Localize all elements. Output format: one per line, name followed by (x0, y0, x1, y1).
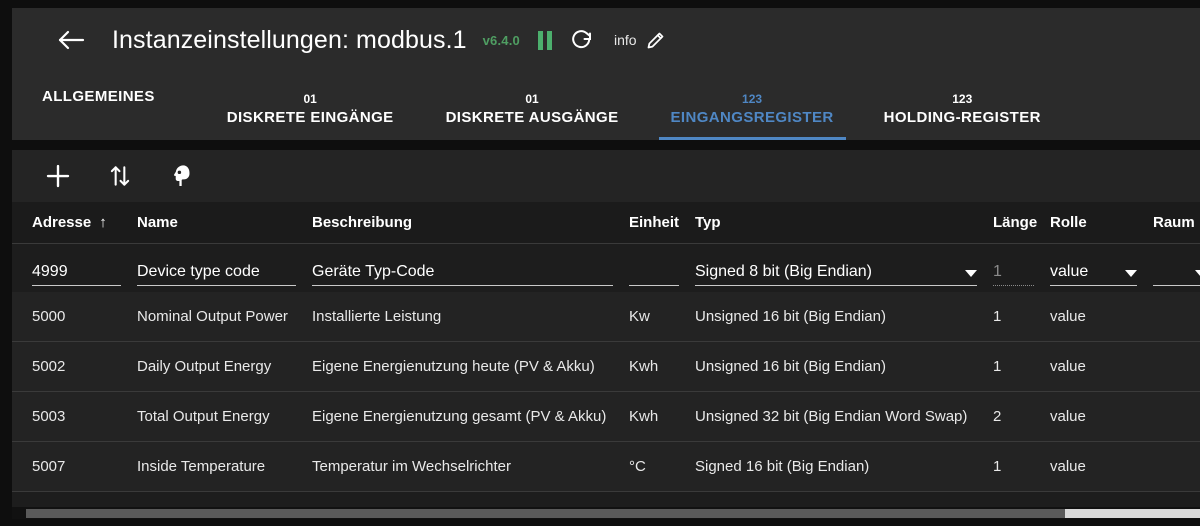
column-header-room[interactable]: Raum (1153, 214, 1200, 231)
tab-label: DISKRETE EINGÄNGE (226, 109, 394, 126)
cell-address: 5000 (32, 308, 66, 325)
horizontal-scrollbar[interactable] (12, 507, 1200, 519)
cell-description: Temperatur im Wechselrichter (312, 458, 511, 475)
cell-length: 2 (993, 408, 1002, 425)
column-header-length[interactable]: Länge (993, 214, 1050, 231)
length-value: 1 (993, 263, 1002, 280)
tab-eingangsregister[interactable]: 123 EINGANGSREGISTER (655, 72, 850, 140)
cell-description: Eigene Energienutzung gesamt (PV & Akku) (312, 408, 607, 425)
column-header-type[interactable]: Typ (695, 214, 993, 231)
column-header-role[interactable]: Rolle (1050, 214, 1153, 231)
name-value: Device type code (137, 263, 260, 280)
cell-role: value (1050, 458, 1086, 475)
description-input[interactable]: Geräte Typ-Code (312, 254, 629, 286)
column-header-address[interactable]: Adresse ↑ (32, 214, 137, 231)
room-value (1153, 281, 1189, 286)
unit-input[interactable] (629, 254, 695, 286)
cell-unit: Kw (629, 308, 650, 325)
cell-description: Eigene Energienutzung heute (PV & Akku) (312, 358, 595, 375)
sort-ascending-icon: ↑ (99, 214, 107, 231)
sort-updown-icon[interactable] (102, 158, 138, 194)
cell-description: Installierte Leistung (312, 308, 442, 325)
cell-address: 5003 (32, 408, 66, 425)
refresh-icon[interactable] (570, 28, 594, 52)
scrollbar-track[interactable] (26, 509, 1200, 518)
cell-role: value (1050, 358, 1086, 375)
table-header-row: Adresse ↑ Name Beschreibung Einheit Typ … (12, 202, 1200, 244)
name-input[interactable]: Device type code (137, 254, 312, 286)
table-row[interactable]: 5003 Total Output Energy Eigene Energien… (12, 392, 1200, 442)
tab-label: HOLDING-REGISTER (883, 109, 1041, 126)
description-value: Geräte Typ-Code (312, 263, 435, 280)
table-row[interactable]: 5002 Daily Output Energy Eigene Energien… (12, 342, 1200, 392)
column-header-unit[interactable]: Einheit (629, 214, 695, 231)
tab-holding-register[interactable]: 123 HOLDING-REGISTER (868, 72, 1057, 140)
address-value: 4999 (32, 263, 68, 280)
cell-name: Daily Output Energy (137, 358, 272, 375)
chevron-down-icon (1125, 270, 1137, 277)
role-select[interactable]: value (1050, 254, 1153, 286)
cell-length: 1 (993, 308, 1002, 325)
tab-badge: 123 (742, 92, 763, 106)
unit-value (629, 281, 679, 286)
chevron-down-icon (965, 270, 977, 277)
cell-role: value (1050, 408, 1086, 425)
type-value: Signed 8 bit (Big Endian) (695, 263, 872, 280)
column-header-name[interactable]: Name (137, 214, 312, 231)
cell-type: Signed 16 bit (Big Endian) (695, 458, 870, 475)
arrow-left-icon[interactable] (54, 23, 88, 57)
chevron-down-icon (1195, 270, 1200, 277)
page-header: Instanzeinstellungen: modbus.1 v6.4.0 in… (12, 8, 1200, 72)
cell-length: 1 (993, 358, 1002, 375)
tab-bar: ALLGEMEINES 01 DISKRETE EINGÄNGE 01 DISK… (12, 72, 1200, 140)
tab-diskrete-ausgaenge[interactable]: 01 DISKRETE AUSGÄNGE (430, 72, 635, 140)
cell-address: 5002 (32, 358, 66, 375)
plus-icon[interactable] (40, 158, 76, 194)
cell-unit: °C (629, 458, 646, 475)
tab-label: ALLGEMEINES (42, 87, 155, 105)
address-input[interactable]: 4999 (32, 254, 137, 286)
page-title: Instanzeinstellungen: modbus.1 (112, 25, 467, 54)
column-header-description[interactable]: Beschreibung (312, 214, 629, 231)
cell-address: 5007 (32, 458, 66, 475)
type-select[interactable]: Signed 8 bit (Big Endian) (695, 254, 993, 286)
room-select[interactable] (1153, 254, 1200, 286)
column-label: Adresse (32, 214, 92, 231)
tab-badge: 01 (525, 92, 539, 106)
table-row[interactable]: 5000 Nominal Output Power Installierte L… (12, 292, 1200, 342)
cell-name: Inside Temperature (137, 458, 266, 475)
pencil-icon[interactable] (645, 30, 666, 51)
tab-allgemeines[interactable]: ALLGEMEINES (12, 72, 185, 140)
tab-label: DISKRETE AUSGÄNGE (445, 109, 619, 126)
app-root: Instanzeinstellungen: modbus.1 v6.4.0 in… (0, 0, 1200, 526)
table-row-edit: 4999 Device type code Geräte Typ-Code Si… (12, 244, 1200, 292)
registers-table: Adresse ↑ Name Beschreibung Einheit Typ … (12, 202, 1200, 507)
version-badge: v6.4.0 (482, 32, 520, 48)
length-input: 1 (993, 254, 1050, 286)
cell-unit: Kwh (629, 408, 659, 425)
cell-role: value (1050, 308, 1086, 325)
cell-name: Total Output Energy (137, 408, 270, 425)
cell-type: Unsigned 32 bit (Big Endian Word Swap) (695, 408, 968, 425)
head-profile-icon[interactable] (164, 158, 200, 194)
info-label[interactable]: info (614, 32, 637, 48)
pause-icon[interactable] (537, 30, 552, 50)
table-toolbar (12, 150, 1200, 202)
tab-label: EINGANGSREGISTER (670, 109, 834, 126)
scrollbar-thumb[interactable] (1065, 509, 1200, 518)
table-row[interactable]: 5007 Inside Temperature Temperatur im We… (12, 442, 1200, 492)
cell-type: Unsigned 16 bit (Big Endian) (695, 358, 886, 375)
tab-badge: 123 (952, 92, 973, 106)
tab-diskrete-eingaenge[interactable]: 01 DISKRETE EINGÄNGE (211, 72, 410, 140)
role-value: value (1050, 263, 1089, 280)
cell-type: Unsigned 16 bit (Big Endian) (695, 308, 886, 325)
cell-name: Nominal Output Power (137, 308, 288, 325)
tab-badge: 01 (303, 92, 317, 106)
cell-length: 1 (993, 458, 1002, 475)
cell-unit: Kwh (629, 358, 659, 375)
